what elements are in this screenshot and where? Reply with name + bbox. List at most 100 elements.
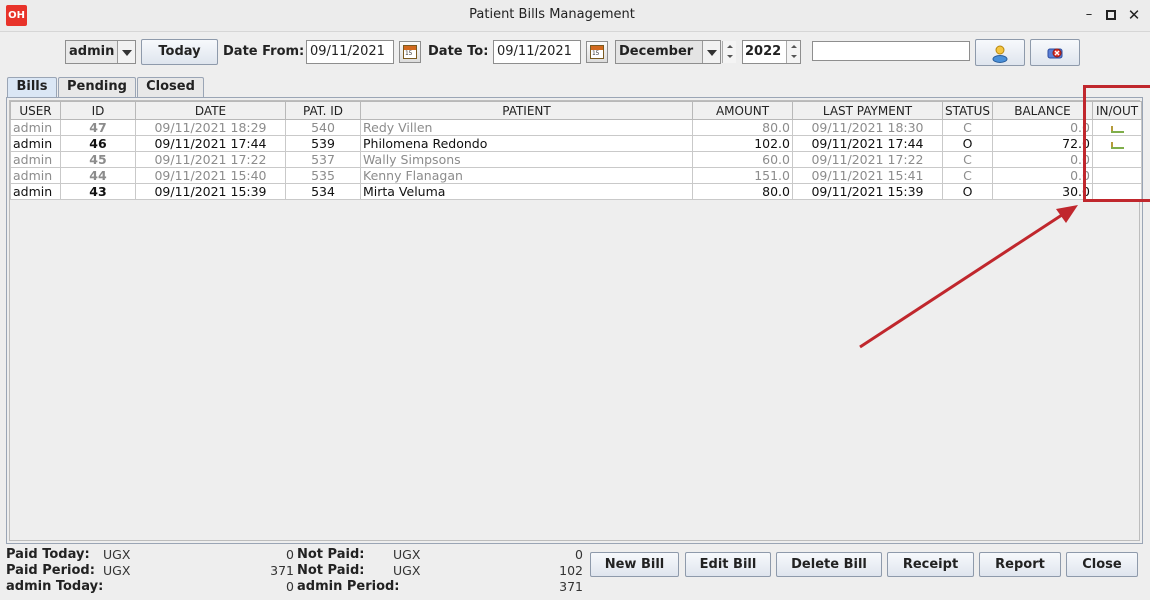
table-row[interactable]: admin 47 09/11/2021 18:29 540 Redy Ville…: [10, 119, 1142, 136]
minimize-icon[interactable]: –: [1081, 7, 1097, 23]
cell-amount: 151.0: [692, 167, 793, 184]
tab-pending-label: Pending: [67, 79, 127, 94]
cell-pat-id: 540: [285, 119, 361, 136]
user-select-value: admin: [69, 44, 115, 59]
today-button-label: Today: [158, 44, 201, 59]
user-period-value: 371: [559, 579, 583, 594]
cell-pat-id: 539: [285, 135, 361, 152]
paid-period-value: 371: [270, 563, 294, 578]
cell-pat-id: 535: [285, 167, 361, 184]
cell-balance: 0.0: [992, 167, 1093, 184]
cell-amount: 60.0: [692, 151, 793, 168]
table-row[interactable]: admin 46 09/11/2021 17:44 539 Philomena …: [10, 135, 1142, 152]
report-button[interactable]: Report: [979, 552, 1061, 577]
chevron-down-icon[interactable]: [702, 41, 720, 63]
maximize-icon[interactable]: [1103, 7, 1119, 23]
column-header[interactable]: BALANCE: [992, 101, 1093, 120]
search-input[interactable]: [812, 41, 970, 61]
cell-id: 44: [60, 167, 136, 184]
cell-status: C: [942, 167, 993, 184]
tab-closed-label: Closed: [146, 79, 195, 94]
new-bill-button[interactable]: New Bill: [590, 552, 679, 577]
cell-amount: 102.0: [692, 135, 793, 152]
date-to-input[interactable]: 09/11/2021: [493, 40, 581, 64]
chevron-down-icon[interactable]: [117, 41, 135, 63]
user-select[interactable]: admin: [65, 40, 136, 64]
paid-today-label: Paid Today:: [6, 547, 90, 562]
date-from-calendar-button[interactable]: 15: [399, 41, 421, 63]
user-today-value: 0: [286, 579, 294, 594]
date-to-label: Date To:: [428, 44, 489, 59]
year-spinner[interactable]: [786, 41, 800, 63]
month-select-value: December: [619, 44, 694, 59]
column-header[interactable]: PATIENT: [360, 101, 693, 120]
cell-last-payment: 09/11/2021 17:22: [792, 151, 943, 168]
cell-date: 09/11/2021 17:44: [135, 135, 286, 152]
calendar-icon: 15: [403, 45, 417, 59]
today-button[interactable]: Today: [141, 39, 218, 65]
column-header[interactable]: LAST PAYMENT: [792, 101, 943, 120]
close-button[interactable]: Close: [1066, 552, 1138, 577]
cell-date: 09/11/2021 15:39: [135, 183, 286, 200]
cell-balance: 0.0: [992, 151, 1093, 168]
year-input[interactable]: 2022: [742, 40, 801, 64]
cell-pat-id: 534: [285, 183, 361, 200]
month-spinner[interactable]: [722, 41, 736, 63]
year-value: 2022: [745, 44, 782, 59]
user-search-icon: [992, 45, 1008, 63]
cell-patient: Mirta Veluma: [360, 183, 693, 200]
cell-date: 09/11/2021 15:40: [135, 167, 286, 184]
cell-user: admin: [10, 167, 61, 184]
cell-patient: Wally Simpsons: [360, 151, 693, 168]
cell-last-payment: 09/11/2021 15:41: [792, 167, 943, 184]
annotation-highlight-box: [1083, 85, 1150, 202]
cell-balance: 72.0: [992, 135, 1093, 152]
date-from-input[interactable]: 09/11/2021: [306, 40, 394, 64]
column-header[interactable]: DATE: [135, 101, 286, 120]
bills-table[interactable]: USER ID DATE PAT. ID PATIENT AMOUNT LAST…: [10, 101, 1142, 200]
tab-closed[interactable]: Closed: [137, 77, 204, 97]
delete-bill-button[interactable]: Delete Bill: [776, 552, 882, 577]
not-paid-period-currency: UGX: [393, 563, 421, 578]
cell-id: 45: [60, 151, 136, 168]
cell-id: 46: [60, 135, 136, 152]
window-title: Patient Bills Management: [469, 7, 635, 22]
cell-id: 47: [60, 119, 136, 136]
cell-user: admin: [10, 135, 61, 152]
cell-patient: Kenny Flanagan: [360, 167, 693, 184]
cell-balance: 0.0: [992, 119, 1093, 136]
receipt-button[interactable]: Receipt: [887, 552, 974, 577]
column-header[interactable]: AMOUNT: [692, 101, 793, 120]
tab-pending[interactable]: Pending: [58, 77, 136, 97]
paid-period-currency: UGX: [103, 563, 131, 578]
edit-bill-button[interactable]: Edit Bill: [685, 552, 771, 577]
column-header[interactable]: ID: [60, 101, 136, 120]
search-patient-button[interactable]: [975, 39, 1025, 66]
cell-date: 09/11/2021 17:22: [135, 151, 286, 168]
paid-period-label: Paid Period:: [6, 563, 95, 578]
tab-bills-label: Bills: [16, 79, 48, 94]
annotation-arrow: [859, 205, 1078, 349]
paid-today-value: 0: [286, 547, 294, 562]
column-header[interactable]: USER: [10, 101, 61, 120]
cell-pat-id: 537: [285, 151, 361, 168]
user-period-label: admin Period:: [297, 579, 400, 594]
cancel-filter-icon: [1047, 48, 1063, 59]
month-select[interactable]: December: [615, 40, 721, 64]
column-header[interactable]: PAT. ID: [285, 101, 361, 120]
not-paid-label: Not Paid:: [297, 547, 365, 562]
table-row[interactable]: admin 45 09/11/2021 17:22 537 Wally Simp…: [10, 151, 1142, 168]
not-paid-period-value: 102: [559, 563, 583, 578]
not-paid-period-label: Not Paid:: [297, 563, 365, 578]
cell-user: admin: [10, 183, 61, 200]
table-row[interactable]: admin 44 09/11/2021 15:40 535 Kenny Flan…: [10, 167, 1142, 184]
close-window-icon[interactable]: ✕: [1126, 7, 1142, 23]
cell-date: 09/11/2021 18:29: [135, 119, 286, 136]
date-to-calendar-button[interactable]: 15: [586, 41, 608, 63]
cell-last-payment: 09/11/2021 17:44: [792, 135, 943, 152]
column-header[interactable]: STATUS: [942, 101, 993, 120]
cell-user: admin: [10, 151, 61, 168]
tab-bills[interactable]: Bills: [7, 77, 57, 97]
cell-status: O: [942, 135, 993, 152]
clear-filter-button[interactable]: [1030, 39, 1080, 66]
